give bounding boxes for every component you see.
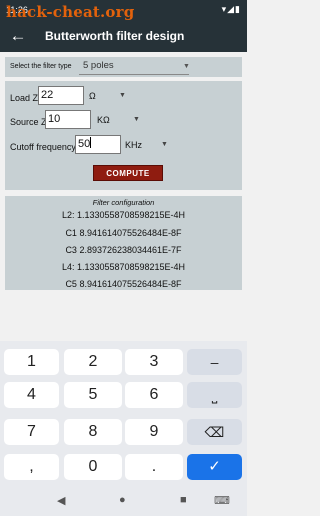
key-6[interactable]: 6 bbox=[125, 382, 183, 408]
parameters-panel: Load Z 22 Ω ▼ Source Z 10 KΩ ▼ Cutoff fr… bbox=[5, 81, 242, 190]
load-unit-caret-icon[interactable]: ▼ bbox=[119, 92, 126, 99]
text-cursor bbox=[90, 137, 92, 148]
enter-check-icon[interactable]: ✓ bbox=[187, 454, 242, 480]
navigation-bar: ◀ ● ■ ⌨ bbox=[0, 488, 247, 516]
status-icons: ▾◢▮ bbox=[221, 4, 241, 14]
filter-type-panel: Select the filter type 5 poles ▼ bbox=[5, 57, 242, 77]
load-z-input[interactable]: 22 bbox=[38, 86, 84, 105]
status-time: 11:26 bbox=[6, 5, 28, 15]
app-bar: ← Butterworth filter design bbox=[0, 22, 247, 52]
result-line: L2: 1.1330558708598215E-4H bbox=[61, 210, 186, 220]
result-line: C5 8.941614075526484E-8F bbox=[65, 279, 182, 289]
dropdown-caret-icon[interactable]: ▼ bbox=[183, 63, 190, 70]
result-line: C1 8.941614075526484E-8F bbox=[65, 228, 182, 238]
source-unit-caret-icon[interactable]: ▼ bbox=[133, 116, 140, 123]
key-9[interactable]: 9 bbox=[125, 419, 183, 445]
cutoff-frequency-unit[interactable]: KHz bbox=[125, 140, 142, 150]
space-key-icon[interactable]: ⎵ bbox=[187, 382, 242, 408]
keyboard-switch-icon[interactable]: ⌨ bbox=[214, 494, 230, 507]
load-z-unit[interactable]: Ω bbox=[89, 91, 96, 101]
source-z-input[interactable]: 10 bbox=[45, 110, 91, 129]
nav-back-icon[interactable]: ◀ bbox=[57, 494, 65, 507]
key-5[interactable]: 5 bbox=[64, 382, 122, 408]
page-title: Butterworth filter design bbox=[45, 29, 185, 43]
results-title: Filter configuration bbox=[92, 198, 155, 207]
filter-type-select[interactable]: 5 poles bbox=[83, 60, 114, 71]
result-line: C3 2.893726238034461E-7F bbox=[65, 245, 182, 255]
cutoff-unit-caret-icon[interactable]: ▼ bbox=[161, 141, 168, 148]
results-panel: Filter configuration L2: 1.1330558708598… bbox=[5, 196, 242, 290]
result-line: L4: 1.1330558708598215E-4H bbox=[61, 262, 186, 272]
key-2[interactable]: 2 bbox=[64, 349, 122, 375]
key-7[interactable]: 7 bbox=[4, 419, 59, 445]
key-0[interactable]: 0 bbox=[64, 454, 122, 480]
filter-type-underline bbox=[79, 74, 189, 75]
filter-type-label: Select the filter type bbox=[10, 63, 72, 70]
numeric-keyboard: 1 2 3 – 4 5 6 ⎵ 7 8 9 ⌫ , 0 . ✓ bbox=[0, 341, 247, 488]
status-bar: 11:26 ▾◢▮ bbox=[0, 0, 247, 22]
key-comma[interactable]: , bbox=[4, 454, 59, 480]
source-z-unit[interactable]: KΩ bbox=[97, 115, 110, 125]
key-period[interactable]: . bbox=[125, 454, 183, 480]
nav-home-icon[interactable]: ● bbox=[119, 494, 126, 506]
key-4[interactable]: 4 bbox=[4, 382, 59, 408]
key-3[interactable]: 3 bbox=[125, 349, 183, 375]
load-z-label: Load Z bbox=[10, 93, 39, 103]
key-1[interactable]: 1 bbox=[4, 349, 59, 375]
source-z-label: Source Z bbox=[10, 117, 47, 127]
key-8[interactable]: 8 bbox=[64, 419, 122, 445]
back-arrow-icon[interactable]: ← bbox=[8, 27, 28, 47]
nav-recents-icon[interactable]: ■ bbox=[180, 494, 187, 506]
backspace-key-icon[interactable]: ⌫ bbox=[187, 419, 242, 445]
key-minus[interactable]: – bbox=[187, 349, 242, 375]
cutoff-frequency-input[interactable]: 50 bbox=[75, 135, 121, 154]
cutoff-frequency-label: Cutoff frequency bbox=[10, 142, 76, 152]
compute-button[interactable]: COMPUTE bbox=[93, 165, 163, 181]
